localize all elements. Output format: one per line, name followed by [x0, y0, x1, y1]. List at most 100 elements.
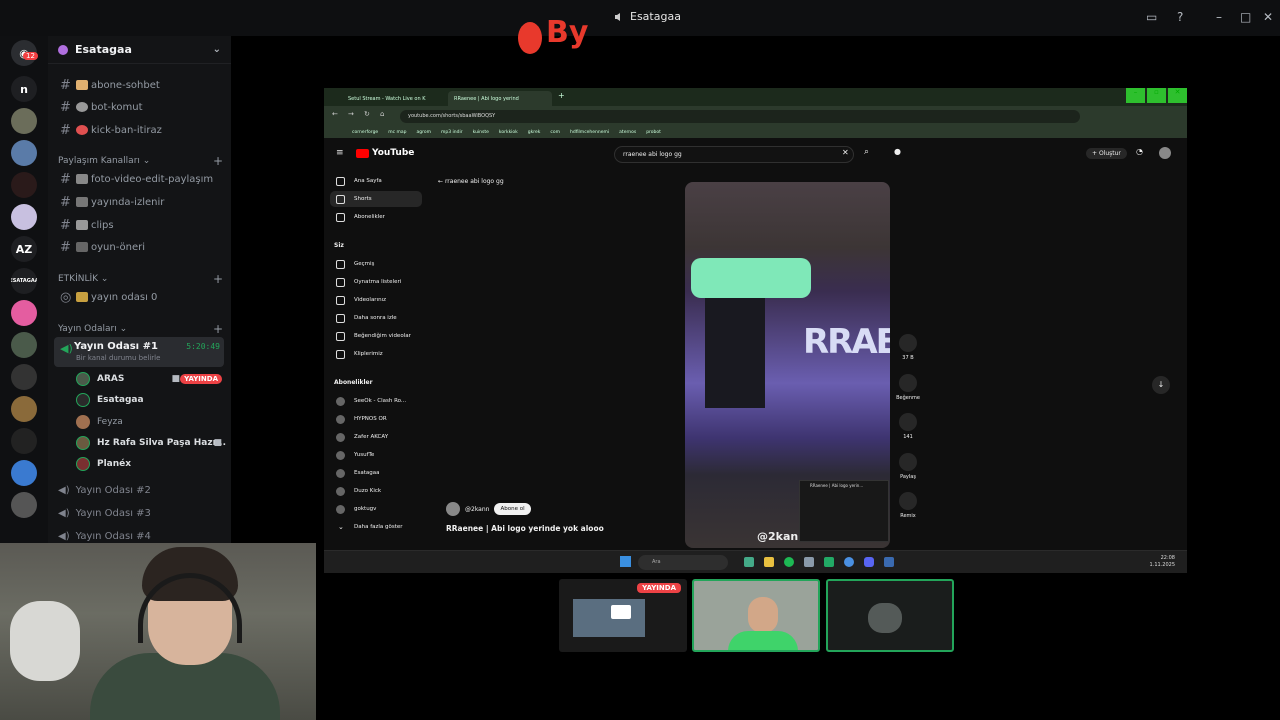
bookmark[interactable]: aternos [619, 130, 636, 135]
dislike-button[interactable]: Beğenme [892, 374, 924, 401]
hamburger-menu-icon[interactable]: ≡ [336, 148, 344, 158]
minimize-icon[interactable]: – [1216, 10, 1222, 24]
voice-channel-active[interactable]: ◀) Yayın Odası #1 5:20:49 Bir kanal duru… [54, 337, 224, 367]
sub-channel[interactable]: YusufTe [330, 447, 422, 463]
share-button[interactable]: Paylaş [892, 453, 924, 480]
channel-item[interactable]: # clips [54, 215, 224, 235]
bookmark[interactable]: gkrek [528, 130, 541, 135]
notifications-bell-icon[interactable]: ◔ [1136, 147, 1143, 156]
file-explorer-icon[interactable] [764, 557, 774, 567]
show-more[interactable]: ⌄ Daha fazla göster [330, 519, 422, 535]
like-button[interactable]: 37 B [892, 334, 924, 361]
bookmark[interactable]: kuinste [473, 130, 489, 135]
bookmark[interactable]: mp3 indir [441, 130, 463, 135]
next-short-icon[interactable]: ↓ [1152, 376, 1170, 394]
server-icon[interactable] [11, 396, 37, 422]
browser-tab[interactable]: Setul Stream - Watch Live on K [342, 91, 446, 106]
channel-item[interactable]: # foto-video-edit-paylaşım [54, 169, 224, 189]
shorts-breadcrumb[interactable]: ← rraenee abi logo gg [438, 178, 504, 185]
voice-status[interactable]: Bir kanal durumu belirle [76, 354, 160, 362]
reload-icon[interactable]: ↻ [364, 110, 370, 118]
server-icon[interactable] [11, 140, 37, 166]
participant-camera-tile[interactable] [826, 579, 954, 652]
voice-user[interactable]: ARAS ■ YAYINDA [76, 370, 226, 388]
short-video-player[interactable]: RRAEN RRaenee | Abi logo yerin... @2kan [685, 182, 890, 548]
maximize-icon[interactable]: ▫ [1147, 88, 1166, 103]
channel-item[interactable]: # oyun-öneri [54, 237, 224, 257]
bookmark[interactable]: com [550, 130, 560, 135]
screen-share-icon[interactable]: ▭ [1146, 10, 1157, 24]
server-icon-az[interactable]: AZ [11, 236, 37, 262]
new-tab-icon[interactable]: + [558, 91, 565, 100]
server-icon-n[interactable]: n [11, 76, 37, 102]
close-icon[interactable]: ✕ [1263, 10, 1273, 24]
sub-channel[interactable]: SeeOk - Clash Ro... [330, 393, 422, 409]
server-icon[interactable] [11, 428, 37, 454]
category-stream-rooms[interactable]: Yayın Odaları ⌄ + [58, 322, 223, 336]
sub-channel[interactable]: Esatagaa [330, 465, 422, 481]
remix-button[interactable]: Remix [892, 492, 924, 519]
server-icon[interactable] [11, 460, 37, 486]
comments-button[interactable]: 141 [892, 413, 924, 440]
taskbar-clock[interactable]: 22:08 1.11.2025 [1150, 555, 1175, 569]
maximize-icon[interactable]: □ [1240, 10, 1251, 24]
taskbar-app-icon[interactable] [824, 557, 834, 567]
stage-channel-item[interactable]: ◎ yayın odası 0 [54, 287, 224, 307]
taskbar-app-icon[interactable] [884, 557, 894, 567]
bookmark[interactable]: mc map [388, 130, 406, 135]
server-icon[interactable] [11, 108, 37, 134]
bookmark[interactable]: agrom [417, 130, 432, 135]
nav-playlists[interactable]: Oynatma listeleri [330, 274, 422, 290]
voice-user[interactable]: Esatagaa [76, 391, 226, 409]
youtube-logo[interactable]: YouTube [356, 148, 414, 158]
spotify-icon[interactable] [784, 557, 794, 567]
mini-player[interactable]: RRaenee | Abi logo yerin... [799, 480, 889, 542]
bookmark[interactable]: probot [646, 130, 661, 135]
server-icon[interactable] [11, 332, 37, 358]
bookmark[interactable]: cornerforge [352, 130, 378, 135]
subscriptions-section-header[interactable]: Abonelikler [334, 379, 373, 386]
channel-item[interactable]: # kick-ban-itiraz [54, 120, 224, 140]
add-channel-icon[interactable]: + [213, 154, 223, 168]
server-icon[interactable] [11, 492, 37, 518]
voice-user[interactable]: Planéx [76, 455, 226, 473]
url-field[interactable]: youtube.com/shorts/sbaaWiBOQSY [400, 110, 1080, 123]
voice-channel[interactable]: ◀) Yayın Odası #2 [58, 485, 151, 496]
windows-start-icon[interactable] [620, 556, 631, 567]
add-channel-icon[interactable]: + [213, 272, 223, 286]
server-icon[interactable] [11, 300, 37, 326]
server-icon[interactable] [11, 172, 37, 198]
nav-your-videos[interactable]: Videolarınız [330, 292, 422, 308]
back-icon[interactable]: ← [332, 110, 338, 118]
server-icon[interactable] [11, 364, 37, 390]
voice-channel[interactable]: ◀) Yayın Odası #3 [58, 508, 151, 519]
voice-user[interactable]: Feyza [76, 413, 226, 431]
sub-channel[interactable]: Duzo Kick [330, 483, 422, 499]
voice-channel[interactable]: ◀) Yayın Odası #4 [58, 531, 151, 542]
clear-search-icon[interactable]: ✕ [842, 148, 849, 157]
taskbar-search[interactable]: Ara [638, 555, 728, 570]
bookmark[interactable]: korkkiok [499, 130, 518, 135]
channel-handle[interactable]: @2kann [465, 506, 489, 513]
nav-subscriptions[interactable]: Abonelikler [330, 209, 422, 225]
youtube-search-input[interactable]: rraenee abi logo gg [614, 146, 854, 163]
channel-item[interactable]: # abone-sohbet [54, 75, 224, 95]
nav-history[interactable]: Geçmiş [330, 256, 422, 272]
taskbar-app-icon[interactable] [744, 557, 754, 567]
nav-home[interactable]: Ana Sayfa [330, 173, 422, 189]
stream-thumbnail[interactable]: YAYINDA [559, 579, 687, 652]
participant-camera-tile[interactable] [692, 579, 820, 652]
steam-icon[interactable] [804, 557, 814, 567]
search-icon[interactable]: ⌕ [864, 147, 869, 157]
server-icon-esatagaa[interactable]: ESATAGAA [11, 268, 37, 294]
nav-shorts[interactable]: Shorts [330, 191, 422, 207]
server-header[interactable]: Esatagaa ⌄ [48, 36, 231, 64]
category-events[interactable]: ETKİNLİK ⌄ + [58, 272, 223, 286]
shared-screen[interactable]: Setul Stream - Watch Live on K RRaenee |… [324, 88, 1187, 573]
add-channel-icon[interactable]: + [213, 322, 223, 336]
bookmark[interactable]: hdfilmcehennemi [570, 130, 609, 135]
account-avatar[interactable] [1159, 147, 1171, 159]
home-icon[interactable]: ⌂ [380, 110, 384, 118]
channel-item[interactable]: # bot-komut [54, 97, 224, 117]
help-icon[interactable]: ? [1177, 10, 1183, 24]
